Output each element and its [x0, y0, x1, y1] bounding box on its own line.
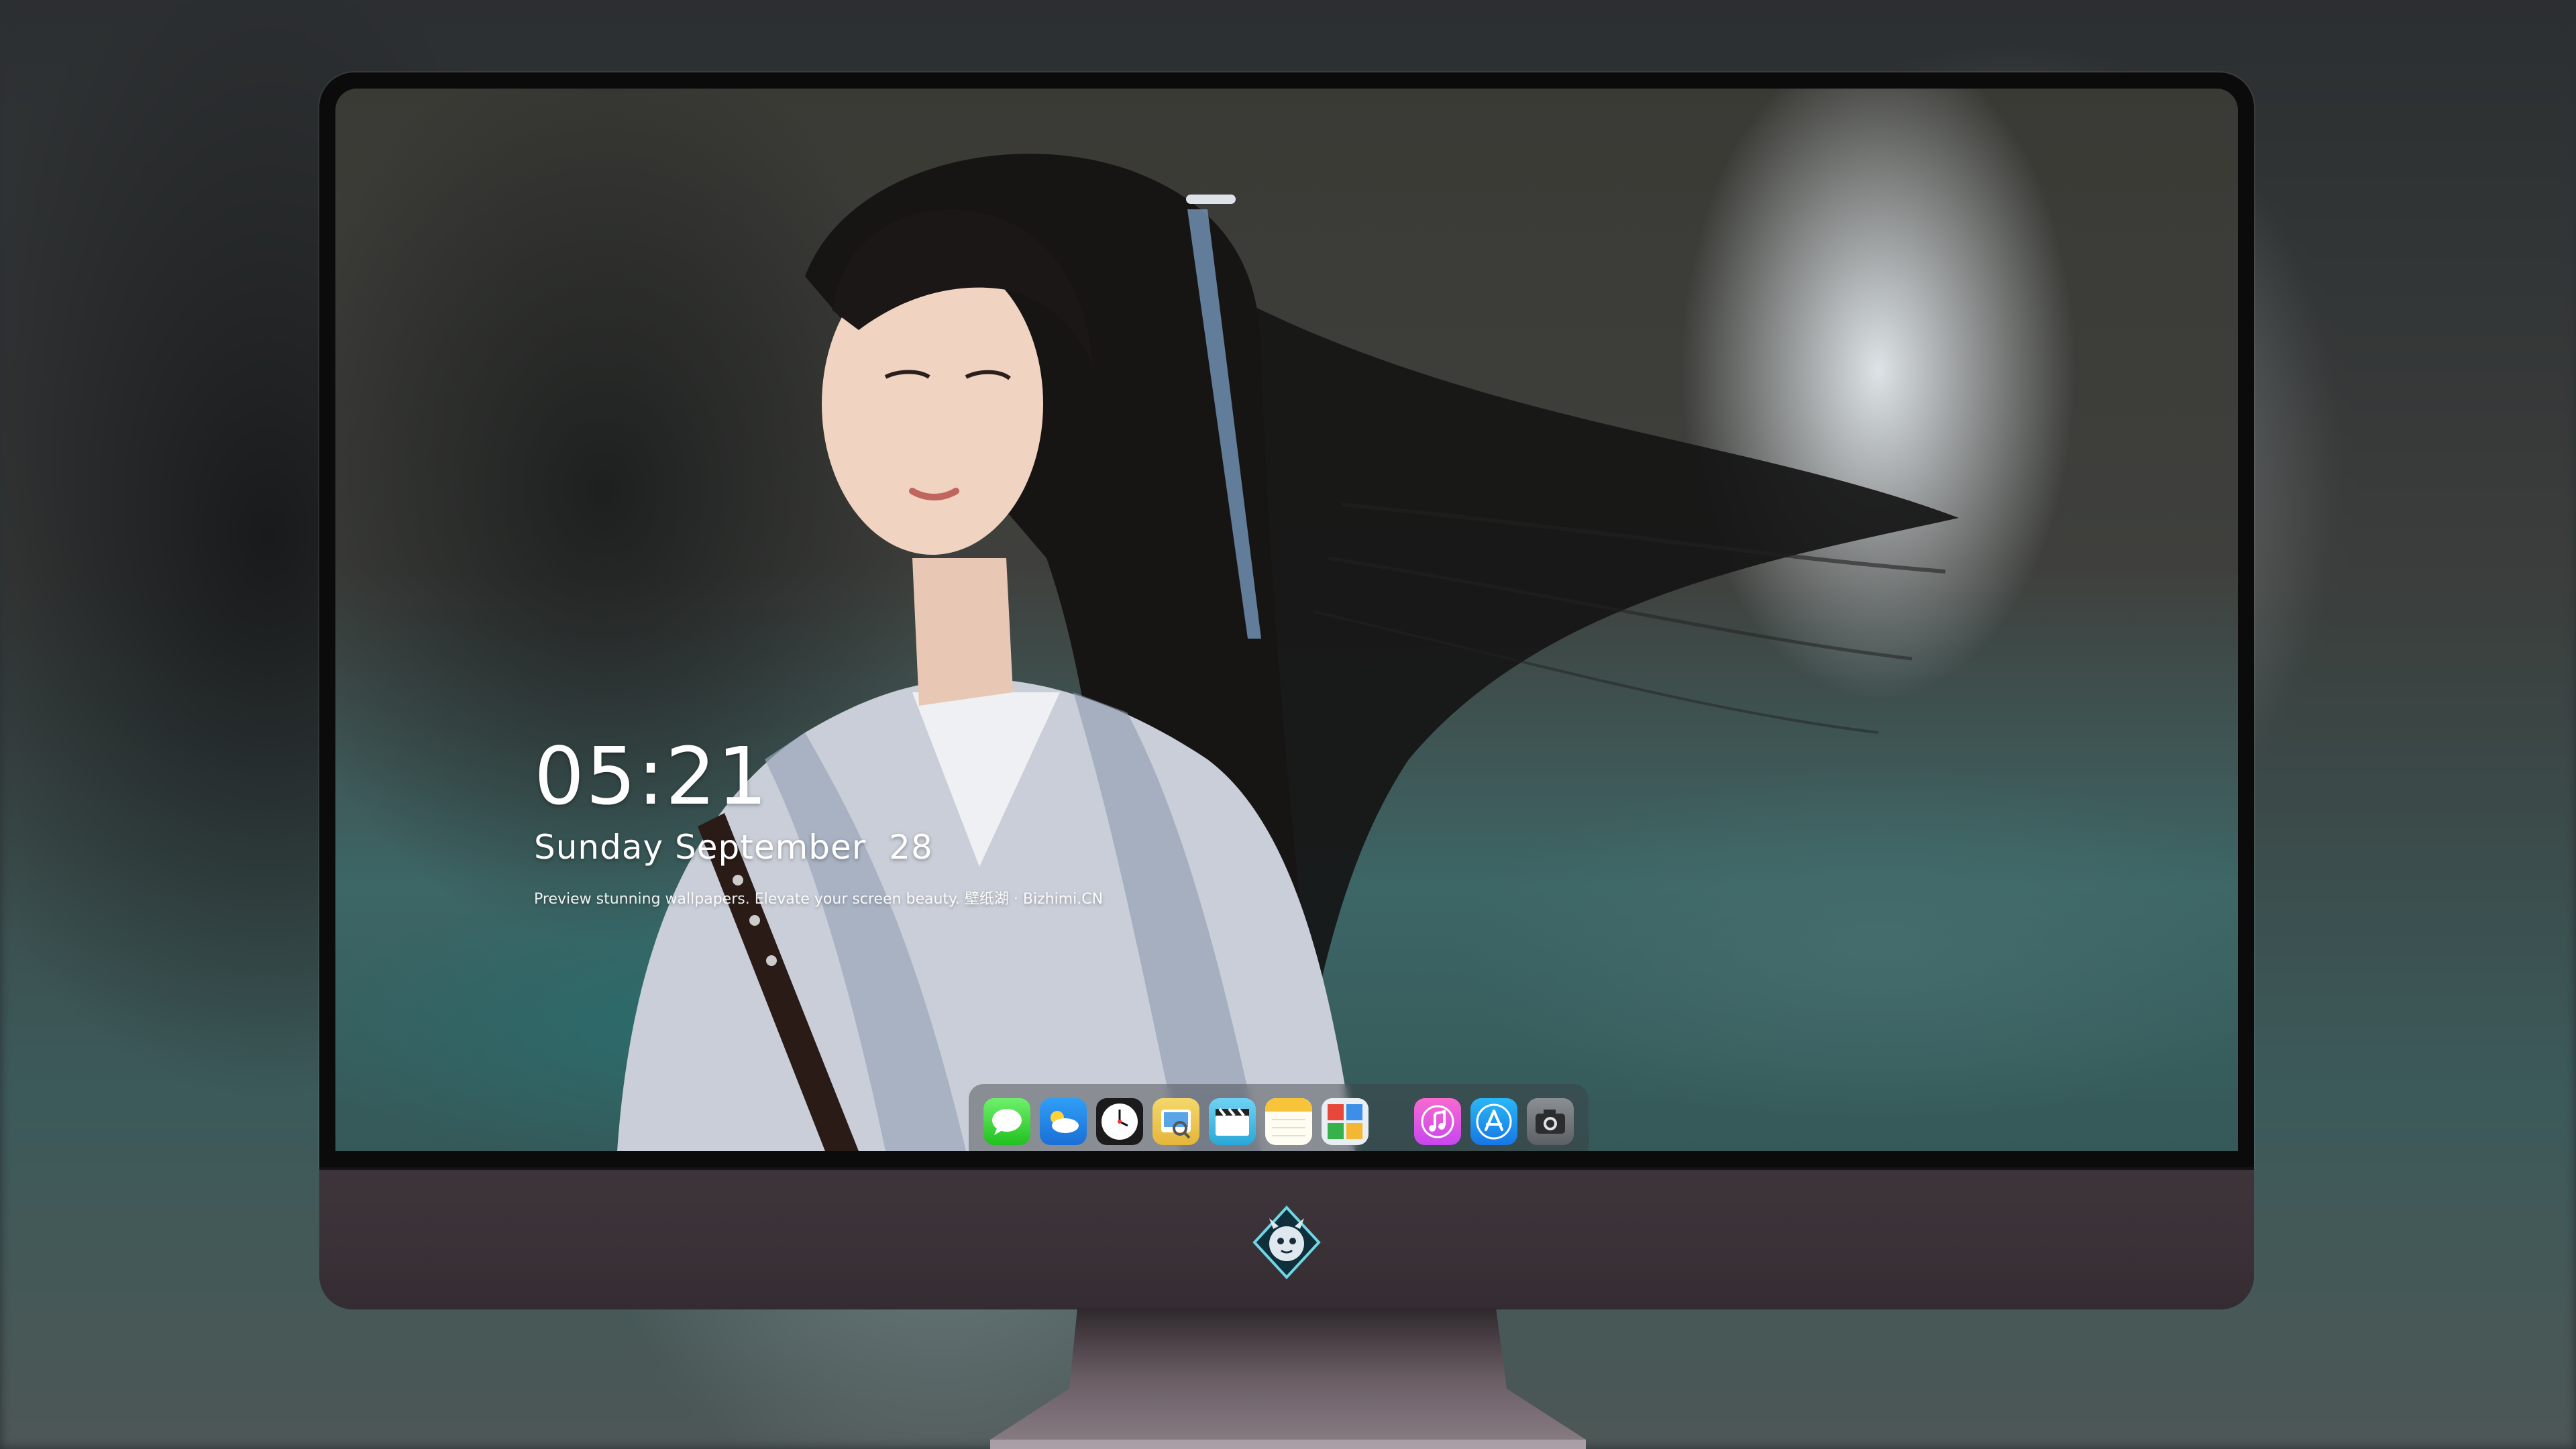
monitor-chin [319, 1167, 2254, 1309]
clock-time: 05:21 [534, 730, 769, 822]
app-store-icon[interactable] [1470, 1098, 1517, 1145]
lock-screen-info: 05:21 Sunday September 28 Preview stunni… [534, 737, 1103, 907]
camera-icon[interactable] [1527, 1098, 1574, 1145]
monitor-bezel: 05:21 Sunday September 28 Preview stunni… [319, 72, 2254, 1167]
clock-date: Sunday September 28 [534, 828, 933, 867]
dragon-logo-icon [1252, 1205, 1321, 1279]
dock [969, 1084, 1589, 1151]
photo-booth-icon[interactable] [1322, 1098, 1368, 1145]
notes-icon[interactable] [1265, 1098, 1312, 1145]
monitor-stand [990, 1308, 1586, 1449]
messages-icon[interactable] [983, 1098, 1030, 1145]
weather-icon[interactable] [1040, 1098, 1087, 1145]
desktop-screen: 05:21 Sunday September 28 Preview stunni… [335, 89, 2238, 1151]
clips-icon[interactable] [1209, 1098, 1256, 1145]
music-icon[interactable] [1414, 1098, 1461, 1145]
wallpaper-caption: Preview stunning wallpapers. Elevate you… [534, 891, 1104, 908]
wallpaper-figure [617, 154, 1959, 1151]
monitor: 05:21 Sunday September 28 Preview stunni… [319, 72, 2254, 1309]
preview-icon[interactable] [1152, 1098, 1199, 1145]
clock-icon[interactable] [1096, 1098, 1143, 1145]
